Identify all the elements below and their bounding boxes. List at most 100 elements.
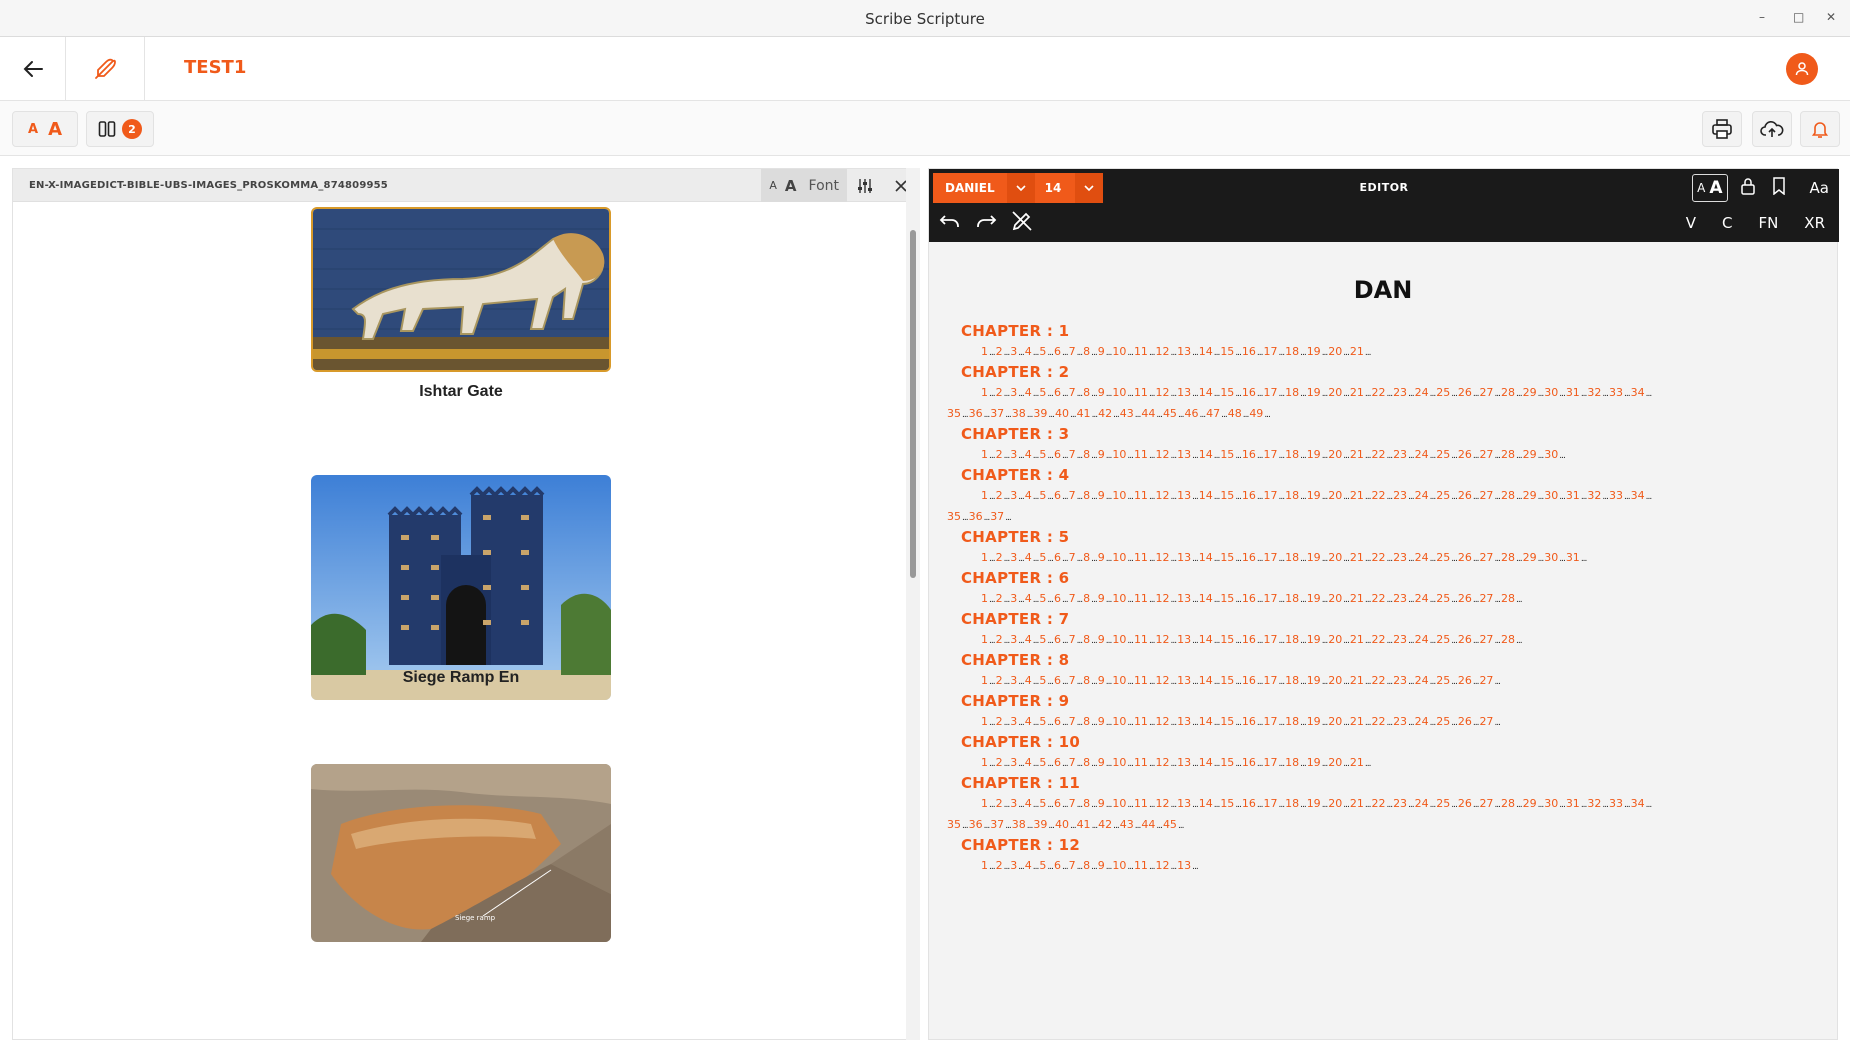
verse-marker[interactable]: 16... [1242, 340, 1264, 365]
verse-marker[interactable]: 22... [1371, 669, 1393, 694]
verse-marker[interactable]: 5... [1039, 587, 1054, 612]
verse-marker[interactable]: 3... [1010, 710, 1025, 735]
verse-marker[interactable]: 11... [1134, 340, 1156, 365]
verse-marker[interactable]: 17... [1264, 669, 1286, 694]
undo-icon[interactable] [939, 212, 961, 234]
verse-marker[interactable]: 23... [1393, 443, 1415, 468]
verse-marker[interactable]: 39... [1033, 813, 1055, 838]
verse-marker[interactable]: 7... [1069, 443, 1084, 468]
verse-marker[interactable]: 17... [1264, 443, 1286, 468]
verse-marker[interactable]: 44... [1141, 813, 1163, 838]
verse-marker[interactable]: 9... [1098, 587, 1113, 612]
verse-marker[interactable]: 23... [1393, 710, 1415, 735]
verse-marker[interactable]: 19... [1307, 443, 1329, 468]
verse-marker[interactable]: 20... [1328, 546, 1350, 571]
close-window-icon[interactable]: ✕ [1826, 10, 1836, 24]
verse-marker[interactable]: 24... [1415, 710, 1437, 735]
verse-marker[interactable]: 16... [1242, 587, 1264, 612]
resource-settings-button[interactable] [847, 169, 883, 202]
verse-marker[interactable]: 28... [1501, 587, 1523, 612]
verse-marker[interactable]: 4... [1025, 587, 1040, 612]
verse-marker[interactable]: 6... [1054, 546, 1069, 571]
verse-marker[interactable]: 27... [1479, 669, 1501, 694]
verse-marker[interactable]: 19... [1307, 628, 1329, 653]
verse-marker[interactable]: 14... [1199, 669, 1221, 694]
verse-marker[interactable]: 2... [996, 443, 1011, 468]
verse-marker[interactable]: 13... [1177, 340, 1199, 365]
verse-marker[interactable]: 15... [1220, 710, 1242, 735]
verse-marker[interactable]: 16... [1242, 443, 1264, 468]
verse-marker[interactable]: 12... [1156, 587, 1178, 612]
verse-marker[interactable]: 15... [1220, 628, 1242, 653]
verse-marker[interactable]: 10... [1112, 710, 1134, 735]
verse-marker[interactable]: 5... [1039, 751, 1054, 776]
verse-marker[interactable]: 27... [1479, 628, 1501, 653]
verse-marker[interactable]: 24... [1415, 587, 1437, 612]
verse-marker[interactable]: 8... [1083, 710, 1098, 735]
verse-marker[interactable]: 8... [1083, 587, 1098, 612]
verse-marker[interactable]: 2... [996, 751, 1011, 776]
verse-marker[interactable]: 35... [947, 505, 969, 530]
verse-marker[interactable]: 11... [1134, 854, 1156, 879]
verse-marker[interactable]: 40... [1055, 402, 1077, 427]
verse-marker[interactable]: 12... [1156, 443, 1178, 468]
verse-marker[interactable]: 35... [947, 402, 969, 427]
cross-reference-mode-button[interactable]: XR [1804, 214, 1825, 232]
verse-marker[interactable]: 26... [1458, 669, 1480, 694]
verse-marker[interactable]: 7... [1069, 751, 1084, 776]
verse-marker[interactable]: 12... [1156, 628, 1178, 653]
verse-marker[interactable]: 5... [1039, 628, 1054, 653]
verse-marker[interactable]: 43... [1120, 402, 1142, 427]
verse-marker[interactable]: 8... [1083, 443, 1098, 468]
verse-marker[interactable]: 15... [1220, 546, 1242, 571]
verse-marker[interactable]: 1... [981, 854, 996, 879]
verse-marker[interactable]: 45... [1163, 813, 1185, 838]
verse-marker[interactable]: 1... [981, 443, 996, 468]
verse-marker[interactable]: 40... [1055, 813, 1077, 838]
verse-marker[interactable]: 36... [969, 402, 991, 427]
verse-marker[interactable]: 11... [1134, 546, 1156, 571]
verse-marker[interactable]: 7... [1069, 587, 1084, 612]
verse-marker[interactable]: 3... [1010, 628, 1025, 653]
verse-marker[interactable]: 2... [996, 669, 1011, 694]
resource-scrollbar-track[interactable] [906, 168, 920, 1040]
footnote-mode-button[interactable]: FN [1758, 214, 1778, 232]
verse-marker[interactable]: 5... [1039, 546, 1054, 571]
verse-marker[interactable]: 11... [1134, 710, 1156, 735]
verse-marker[interactable]: 11... [1134, 443, 1156, 468]
verse-marker[interactable]: 10... [1112, 587, 1134, 612]
verse-marker[interactable]: 25... [1436, 628, 1458, 653]
verse-marker[interactable]: 18... [1285, 340, 1307, 365]
verse-marker[interactable]: 16... [1242, 669, 1264, 694]
verse-marker[interactable]: 24... [1415, 669, 1437, 694]
verse-marker[interactable]: 42... [1098, 402, 1120, 427]
verse-marker[interactable]: 9... [1098, 546, 1113, 571]
verse-marker[interactable]: 25... [1436, 443, 1458, 468]
verse-marker[interactable]: 37... [990, 505, 1012, 530]
verse-marker[interactable]: 38... [1012, 813, 1034, 838]
verse-marker[interactable]: 19... [1307, 751, 1329, 776]
verse-marker[interactable]: 25... [1436, 587, 1458, 612]
verse-marker[interactable]: 18... [1285, 669, 1307, 694]
verse-marker[interactable]: 36... [969, 505, 991, 530]
verse-marker[interactable]: 44... [1141, 402, 1163, 427]
editor-font-decrease[interactable]: A [1697, 181, 1705, 195]
verse-marker[interactable]: 27... [1479, 587, 1501, 612]
verse-marker[interactable]: 4... [1025, 340, 1040, 365]
verse-marker[interactable]: 16... [1242, 628, 1264, 653]
verse-marker[interactable]: 3... [1010, 340, 1025, 365]
verse-marker[interactable]: 10... [1112, 751, 1134, 776]
verse-marker[interactable]: 23... [1393, 669, 1415, 694]
verse-marker[interactable]: 42... [1098, 813, 1120, 838]
verse-marker[interactable]: 27... [1479, 443, 1501, 468]
font-decrease-label[interactable]: A [28, 122, 38, 137]
verse-marker[interactable]: 23... [1393, 546, 1415, 571]
verse-marker[interactable]: 6... [1054, 443, 1069, 468]
verse-marker[interactable]: 14... [1199, 587, 1221, 612]
verse-marker[interactable]: 7... [1069, 628, 1084, 653]
verse-marker[interactable]: 24... [1415, 628, 1437, 653]
verse-marker[interactable]: 18... [1285, 628, 1307, 653]
maximize-icon[interactable]: □ [1793, 10, 1804, 24]
chapter-mode-button[interactable]: C [1722, 214, 1732, 232]
verse-marker[interactable]: 37... [990, 402, 1012, 427]
